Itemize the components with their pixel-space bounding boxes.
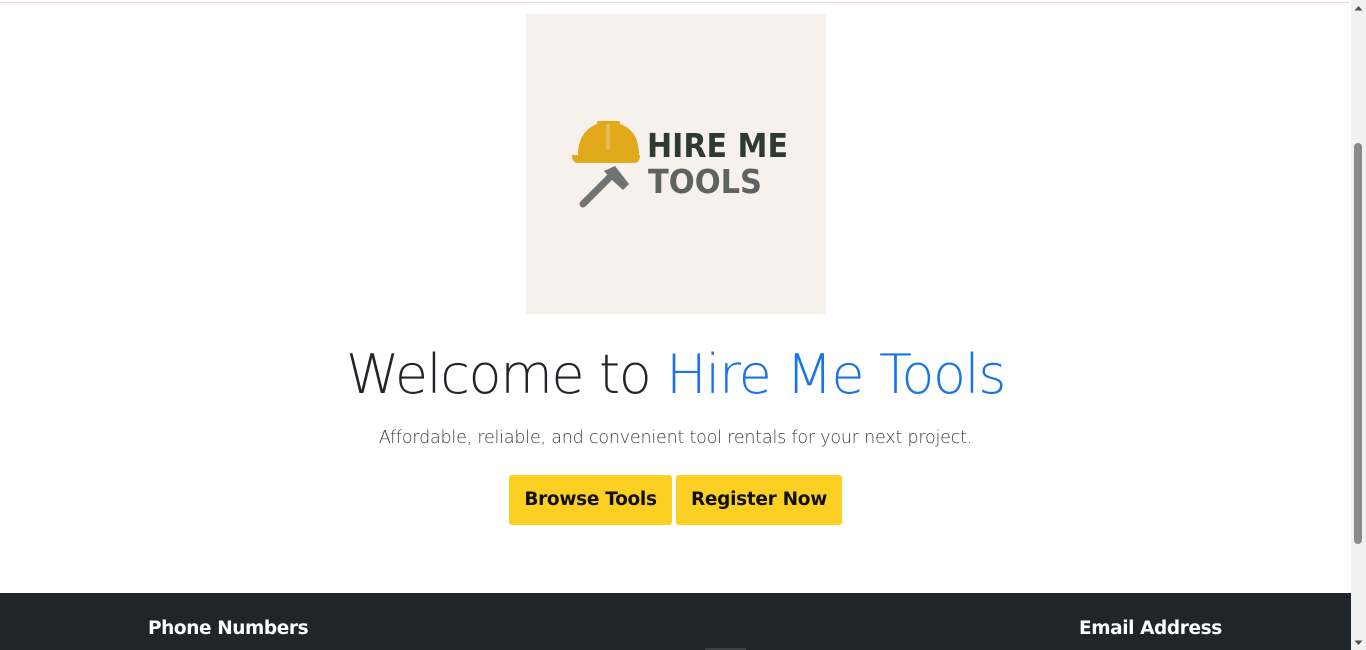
logo-image: HIRE ME TOOLS	[526, 14, 826, 314]
logo-text-line1: HIRE ME	[647, 126, 788, 165]
phone-numbers-heading: Phone Numbers	[148, 618, 309, 639]
title-brand: Hire Me Tools	[666, 343, 1006, 406]
hero-section: HIRE ME TOOLS Welcome to Hire Me Tools A…	[0, 0, 1351, 593]
hard-hat-icon	[572, 121, 640, 163]
scroll-down-icon[interactable]	[1351, 635, 1366, 650]
scroll-thumb[interactable]	[1354, 143, 1362, 544]
scroll-up-icon[interactable]	[1351, 0, 1366, 15]
hammer-icon	[579, 166, 629, 208]
email-address-heading: Email Address	[1079, 618, 1222, 639]
browser-viewport: HIRE ME TOOLS Welcome to Hire Me Tools A…	[0, 0, 1366, 650]
register-now-button[interactable]: Register Now	[676, 475, 842, 525]
browse-tools-button[interactable]: Browse Tools	[509, 475, 672, 525]
page-title: Welcome to Hire Me Tools	[0, 339, 1351, 411]
page: HIRE ME TOOLS Welcome to Hire Me Tools A…	[0, 0, 1351, 650]
title-prefix: Welcome to	[346, 343, 652, 406]
footer: Phone Numbers Email Address	[0, 593, 1351, 650]
vertical-scrollbar[interactable]	[1351, 0, 1366, 650]
tagline: Affordable, reliable, and convenient too…	[378, 428, 973, 448]
logo-text-line2: TOOLS	[648, 162, 762, 201]
